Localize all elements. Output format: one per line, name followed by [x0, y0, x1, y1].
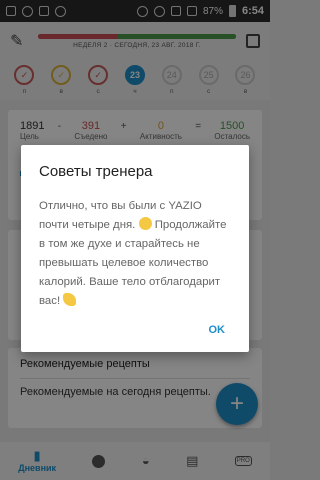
flexed-biceps-emoji-icon	[63, 293, 77, 306]
dialog-body: Отлично, что вы были с YAZIO почти четыр…	[39, 197, 231, 311]
ok-button[interactable]: OK	[209, 324, 226, 336]
coach-tips-dialog: Советы тренера Отлично, что вы были с YA…	[21, 145, 249, 352]
thinking-emoji-icon	[138, 217, 152, 230]
dialog-title: Советы тренера	[39, 163, 153, 180]
